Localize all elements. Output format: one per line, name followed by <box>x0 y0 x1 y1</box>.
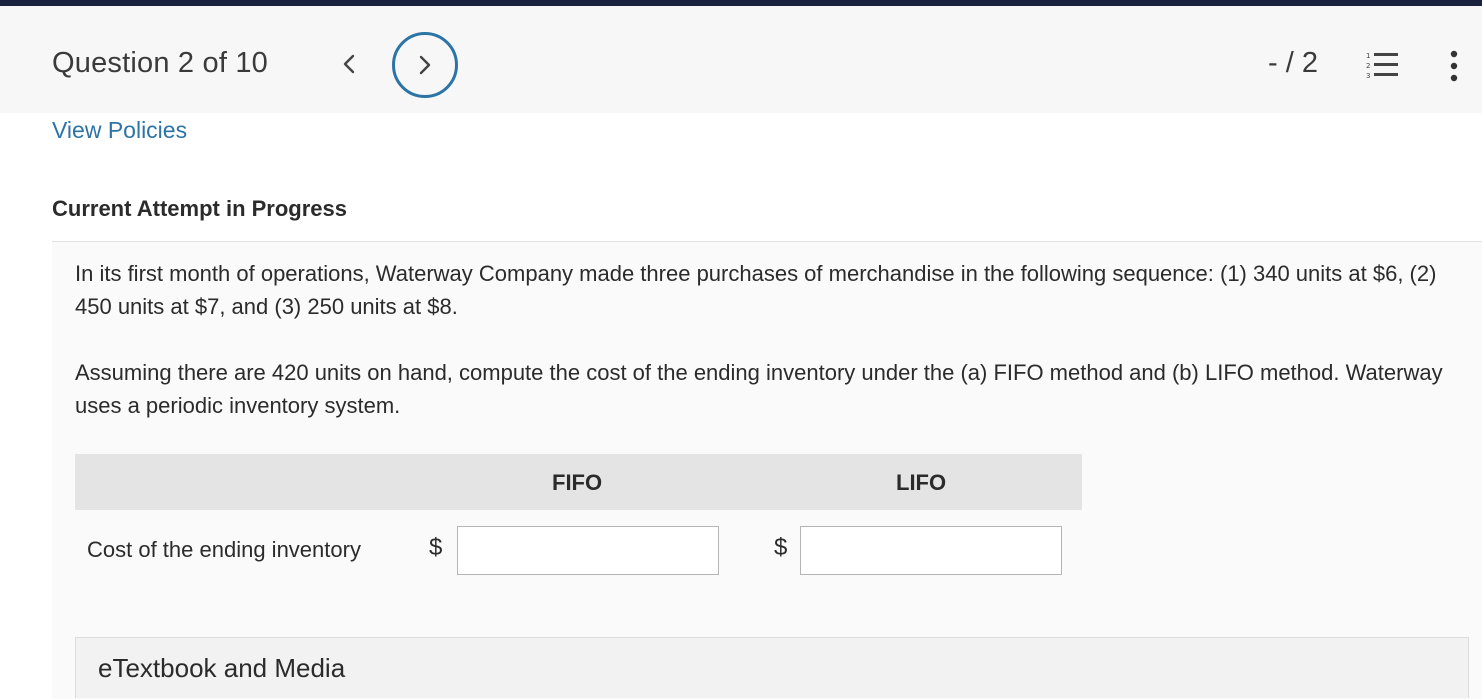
chevron-left-icon <box>343 54 355 74</box>
question-text-paragraph-1: In its first month of operations, Waterw… <box>75 261 1437 319</box>
question-list-button[interactable]: 1 2 3 <box>1364 50 1400 82</box>
attempt-heading: Current Attempt in Progress <box>52 196 348 221</box>
question-header: Question 2 of 10 - / 2 1 2 3 <box>0 6 1482 113</box>
view-policies-link[interactable]: View Policies <box>52 117 187 144</box>
fifo-answer-input[interactable] <box>457 526 719 575</box>
svg-text:3: 3 <box>1366 72 1370 80</box>
lifo-answer-input[interactable] <box>800 526 1062 575</box>
ending-inventory-row-label: Cost of the ending inventory <box>87 537 361 562</box>
lifo-column-header: LIFO <box>896 470 947 495</box>
previous-question-button[interactable] <box>333 46 365 82</box>
lifo-currency-symbol: $ <box>774 534 788 561</box>
etextbook-label: eTextbook and Media <box>98 653 346 683</box>
more-vertical-icon <box>1450 50 1458 82</box>
chevron-right-icon <box>419 55 431 75</box>
question-text-paragraph-2: Assuming there are 420 units on hand, co… <box>75 360 1443 418</box>
fifo-column-header: FIFO <box>552 470 603 495</box>
svg-text:1: 1 <box>1366 52 1370 60</box>
etextbook-and-media-section[interactable]: eTextbook and Media <box>75 637 1469 698</box>
fifo-currency-symbol: $ <box>429 534 443 561</box>
question-counter: Question 2 of 10 <box>52 47 269 79</box>
numbered-list-icon: 1 2 3 <box>1366 52 1398 80</box>
next-question-button[interactable] <box>392 32 458 98</box>
svg-text:2: 2 <box>1366 62 1370 70</box>
question-score: - / 2 <box>1268 47 1318 79</box>
more-options-button[interactable] <box>1444 48 1464 84</box>
